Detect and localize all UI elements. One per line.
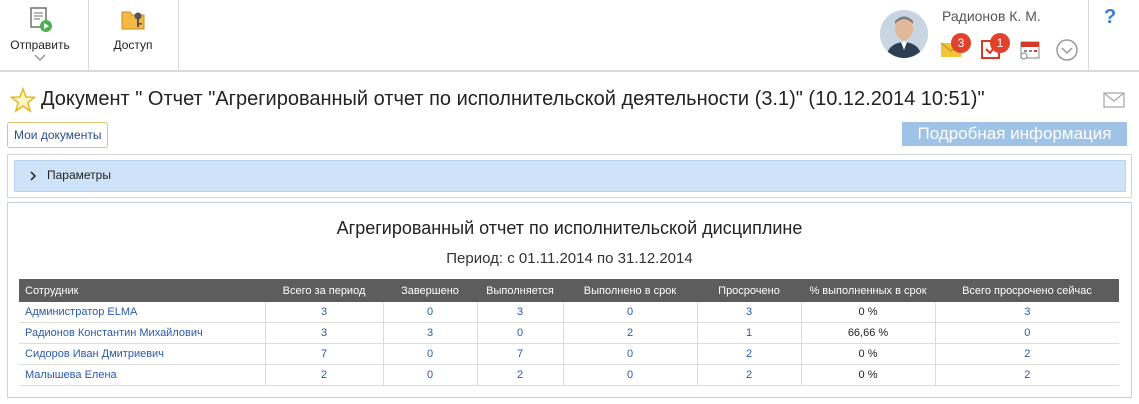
toolbar-divider [88, 0, 89, 70]
column-header[interactable]: Всего за период [265, 279, 383, 302]
column-header[interactable]: Выполняется [477, 279, 563, 302]
value-link[interactable]: 2 [563, 322, 698, 344]
value-link[interactable]: 0 [563, 343, 698, 365]
messages-badge: 3 [951, 33, 971, 53]
percent-cell: 66,66 % [801, 322, 936, 344]
percent-cell: 0 % [801, 364, 936, 386]
toolbar-divider [178, 0, 179, 70]
value-link[interactable]: 3 [477, 302, 564, 323]
table-row: Радионов Константин Михайлович 3 3 0 2 1… [19, 322, 1119, 344]
details-tab[interactable]: Подробная информация [902, 122, 1127, 146]
table-row: Малышева Елена 2 0 2 0 2 0 % 2 [19, 364, 1119, 386]
percent-cell: 0 % [801, 343, 936, 365]
favorite-star-icon[interactable] [10, 87, 36, 113]
parameters-panel: Параметры [7, 154, 1132, 198]
mail-icon[interactable] [1103, 92, 1125, 108]
table-header-row: Сотрудник Всего за период Завершено Выпо… [19, 279, 1119, 302]
table-row: Администратор ELMA 3 0 3 0 3 0 % 3 [19, 302, 1119, 323]
user-photo-icon [880, 10, 928, 58]
employee-link[interactable]: Малышева Елена [19, 364, 266, 386]
my-documents-button[interactable]: Мои документы [7, 122, 109, 148]
percent-cell: 0 % [801, 302, 936, 323]
report-period: Период: с 01.11.2014 по 31.12.2014 [446, 250, 693, 267]
access-label: Доступ [113, 38, 153, 52]
avatar[interactable] [880, 10, 928, 58]
value-link[interactable]: 3 [265, 302, 384, 323]
send-button[interactable]: Отправить [0, 0, 80, 70]
value-link[interactable]: 7 [265, 343, 384, 365]
column-header[interactable]: Завершено [383, 279, 477, 302]
column-header[interactable]: Просрочено [697, 279, 801, 302]
user-name[interactable]: Радионов К. М. [942, 8, 1041, 24]
column-header[interactable]: % выполненных в срок [801, 279, 935, 302]
send-document-icon [30, 7, 52, 32]
value-link[interactable]: 2 [697, 343, 802, 365]
value-link[interactable]: 2 [935, 343, 1119, 365]
document-title-row: Документ " Отчет "Агрегированный отчет п… [0, 78, 1139, 118]
tasks-badge: 1 [990, 33, 1010, 53]
chevron-right-icon [30, 171, 37, 181]
access-key-icon [121, 11, 145, 30]
report-panel: Агрегированный отчет по исполнительской … [7, 202, 1132, 398]
value-link[interactable]: 7 [477, 343, 564, 365]
column-header[interactable]: Сотрудник [19, 279, 265, 302]
top-toolbar: Отправить Доступ Радионов К. М. 3 1 ? [0, 0, 1139, 72]
send-label: Отправить [10, 38, 70, 52]
parameters-label: Параметры [47, 168, 111, 182]
help-icon[interactable]: ? [1104, 6, 1116, 29]
chevron-down-circle-icon[interactable] [1056, 39, 1078, 61]
value-link[interactable]: 2 [935, 364, 1119, 386]
page-title: Документ " Отчет "Агрегированный отчет п… [41, 88, 985, 110]
value-link[interactable]: 3 [935, 302, 1119, 323]
value-link[interactable]: 0 [563, 364, 698, 386]
value-link[interactable]: 3 [697, 302, 802, 323]
calendar-icon[interactable] [1019, 39, 1041, 61]
value-link[interactable]: 0 [383, 364, 478, 386]
access-button[interactable]: Доступ [98, 0, 168, 70]
table-row: Сидоров Иван Дмитриевич 7 0 7 0 2 0 % 2 [19, 343, 1119, 365]
employee-link[interactable]: Сидоров Иван Дмитриевич [19, 343, 266, 365]
value-link[interactable]: 0 [383, 343, 478, 365]
report-table: Сотрудник Всего за период Завершено Выпо… [19, 279, 1119, 386]
value-link[interactable]: 2 [697, 364, 802, 386]
value-link[interactable]: 0 [383, 302, 478, 323]
value-link[interactable]: 0 [935, 322, 1119, 344]
value-link[interactable]: 0 [477, 322, 564, 344]
value-link[interactable]: 2 [265, 364, 384, 386]
parameters-toggle[interactable]: Параметры [14, 160, 1126, 192]
report-title: Агрегированный отчет по исполнительской … [336, 218, 803, 238]
value-link[interactable]: 1 [697, 322, 802, 344]
column-header[interactable]: Выполнено в срок [563, 279, 697, 302]
employee-link[interactable]: Радионов Константин Михайлович [19, 322, 266, 344]
value-link[interactable]: 0 [563, 302, 698, 323]
value-link[interactable]: 2 [477, 364, 564, 386]
employee-link[interactable]: Администратор ELMA [19, 302, 266, 323]
toolbar-divider [1088, 0, 1089, 70]
chevron-down-icon[interactable] [34, 54, 46, 62]
value-link[interactable]: 3 [265, 322, 384, 344]
column-header[interactable]: Всего просрочено сейчас [935, 279, 1119, 302]
value-link[interactable]: 3 [383, 322, 478, 344]
